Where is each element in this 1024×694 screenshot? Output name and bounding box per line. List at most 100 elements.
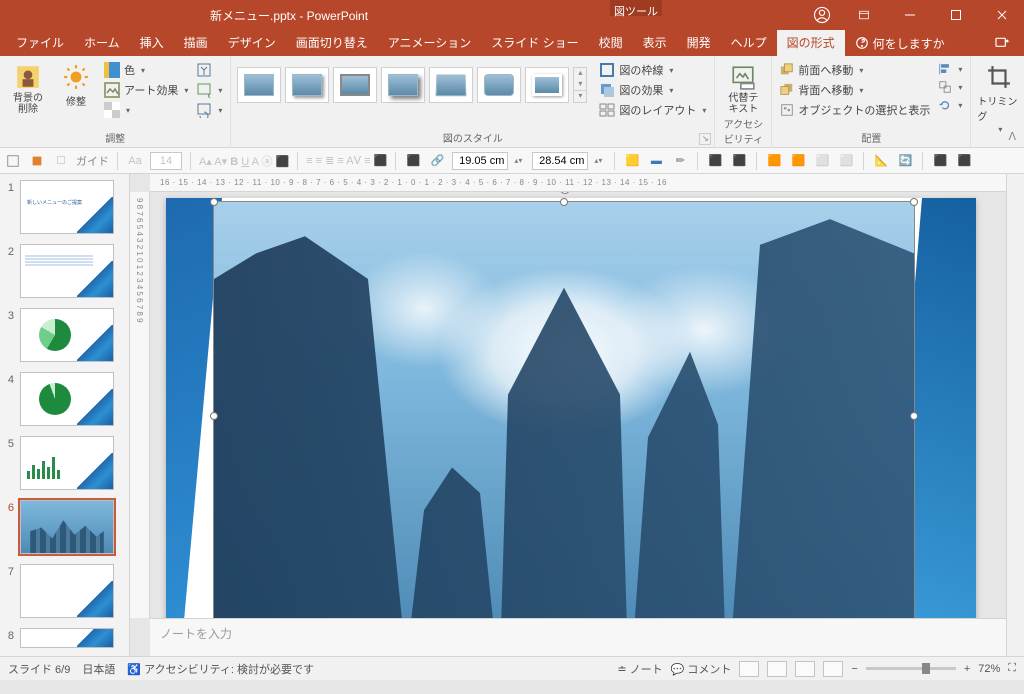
tab-insert[interactable]: 挿入 bbox=[130, 29, 174, 57]
bring-forward-button[interactable]: 前面へ移動▾ bbox=[778, 61, 932, 79]
qat-icon[interactable]: ⬛ bbox=[404, 152, 422, 170]
style-thumb[interactable] bbox=[333, 67, 377, 103]
style-thumb[interactable] bbox=[525, 67, 569, 103]
tab-animations[interactable]: アニメーション bbox=[378, 29, 482, 57]
tab-review[interactable]: 校閲 bbox=[589, 29, 633, 57]
qat-icon[interactable]: ✏ bbox=[671, 152, 689, 170]
artistic-effects-button[interactable]: アート効果▾ bbox=[102, 81, 190, 99]
slide-indicator[interactable]: スライド 6/9 bbox=[8, 661, 70, 677]
thumbnail-8[interactable] bbox=[20, 628, 114, 648]
qat-icon[interactable]: ▬ bbox=[647, 152, 665, 170]
thumbnail-7[interactable] bbox=[20, 564, 114, 618]
qat-icon[interactable]: 🔗 bbox=[428, 152, 446, 170]
rotate-button[interactable]: ▾ bbox=[936, 97, 964, 113]
dialog-launcher[interactable]: ↘ bbox=[699, 133, 711, 145]
qat-icon[interactable]: ⬜ bbox=[837, 152, 855, 170]
qat-icon[interactable]: 🔄 bbox=[896, 152, 914, 170]
picture-styles-gallery[interactable]: ▴▾▾ bbox=[237, 59, 587, 103]
thumbnail-2[interactable] bbox=[20, 244, 114, 298]
resize-handle[interactable] bbox=[210, 412, 218, 420]
ribbon-options-icon[interactable] bbox=[842, 0, 886, 30]
reading-view-button[interactable] bbox=[795, 661, 815, 677]
selection-pane-button[interactable]: オブジェクトの選択と表示 bbox=[778, 101, 932, 119]
picture-layout-button[interactable]: 図のレイアウト▾ bbox=[597, 101, 708, 119]
tab-developer[interactable]: 開発 bbox=[677, 29, 721, 57]
tab-slideshow[interactable]: スライド ショー bbox=[481, 29, 588, 57]
qat-icon[interactable]: 🟨 bbox=[623, 152, 641, 170]
qat-width-field[interactable] bbox=[532, 152, 588, 170]
font-size-field[interactable] bbox=[150, 152, 182, 170]
style-thumb[interactable] bbox=[381, 67, 425, 103]
tab-help[interactable]: ヘルプ bbox=[721, 29, 777, 57]
tab-view[interactable]: 表示 bbox=[633, 29, 677, 57]
send-backward-button[interactable]: 背面へ移動▾ bbox=[778, 81, 932, 99]
comments-toggle[interactable]: 💬 コメント bbox=[671, 661, 732, 677]
alt-text-button[interactable]: 代替テ キスト bbox=[721, 59, 765, 115]
tab-transitions[interactable]: 画面切り替え bbox=[286, 29, 378, 57]
zoom-slider[interactable] bbox=[866, 667, 956, 670]
resize-handle[interactable] bbox=[910, 412, 918, 420]
style-thumb[interactable] bbox=[477, 67, 521, 103]
thumbnail-6[interactable] bbox=[20, 500, 114, 554]
picture-border-button[interactable]: 図の枠線▾ bbox=[597, 61, 708, 79]
tab-format[interactable]: 図の形式 bbox=[777, 29, 845, 57]
resize-handle[interactable] bbox=[910, 198, 918, 206]
qat-icon[interactable]: ⬛ bbox=[706, 152, 724, 170]
picture-effects-button[interactable]: 図の効果▾ bbox=[597, 81, 708, 99]
qat-icon[interactable]: ⬛ bbox=[955, 152, 973, 170]
fit-window-button[interactable]: ⛶ bbox=[1008, 662, 1016, 675]
accessibility-indicator[interactable]: ♿ アクセシビリティ: 検討が必要です bbox=[127, 661, 314, 677]
remove-background-button[interactable]: 背景の 削除 bbox=[6, 59, 50, 115]
crop-button[interactable]: トリミング▾ bbox=[977, 59, 1021, 134]
compress-button[interactable] bbox=[194, 61, 224, 79]
qat-icon[interactable]: ⬜ bbox=[813, 152, 831, 170]
qat-icon[interactable] bbox=[28, 152, 46, 170]
corrections-button[interactable]: 修整 bbox=[54, 59, 98, 108]
qat-icon[interactable]: ⬛ bbox=[931, 152, 949, 170]
qat-checkbox[interactable]: ☐ bbox=[52, 152, 70, 170]
account-icon[interactable] bbox=[804, 0, 840, 30]
tab-draw[interactable]: 描画 bbox=[174, 29, 218, 57]
zoom-in[interactable]: + bbox=[964, 663, 970, 675]
style-thumb[interactable] bbox=[429, 67, 473, 103]
qat-icon[interactable]: 🟧 bbox=[789, 152, 807, 170]
gallery-more-button[interactable]: ▴▾▾ bbox=[573, 67, 587, 103]
tell-me[interactable]: 何をしますか bbox=[855, 35, 945, 52]
language-indicator[interactable]: 日本語 bbox=[82, 661, 115, 677]
resize-handle[interactable] bbox=[560, 198, 568, 206]
sorter-view-button[interactable] bbox=[767, 661, 787, 677]
color-button[interactable]: 色▾ bbox=[102, 61, 190, 79]
notes-toggle[interactable]: ≐ ノート bbox=[617, 661, 662, 677]
selected-picture[interactable] bbox=[214, 202, 914, 618]
slideshow-view-button[interactable] bbox=[823, 661, 843, 677]
reset-picture-button[interactable]: ▾ bbox=[194, 101, 224, 119]
rotation-handle[interactable] bbox=[560, 192, 570, 194]
zoom-out[interactable]: − bbox=[851, 663, 857, 675]
vertical-scrollbar[interactable] bbox=[1006, 174, 1024, 656]
group-button[interactable]: ▾ bbox=[936, 79, 964, 95]
zoom-value[interactable]: 72% bbox=[978, 663, 1000, 675]
tab-home[interactable]: ホーム bbox=[74, 29, 130, 57]
qat-icon[interactable]: 🟧 bbox=[765, 152, 783, 170]
thumbnail-4[interactable] bbox=[20, 372, 114, 426]
thumbnail-1[interactable]: 新しいメニューのご提案 bbox=[20, 180, 114, 234]
share-button[interactable] bbox=[994, 35, 1024, 51]
collapse-ribbon-icon[interactable]: ᐱ bbox=[1008, 130, 1016, 143]
minimize-button[interactable] bbox=[888, 0, 932, 30]
notes-pane[interactable]: ノートを入力 bbox=[150, 618, 1006, 656]
thumbnail-3[interactable] bbox=[20, 308, 114, 362]
qat-height-field[interactable] bbox=[452, 152, 508, 170]
resize-handle[interactable] bbox=[210, 198, 218, 206]
slide-canvas[interactable] bbox=[150, 192, 1006, 618]
close-button[interactable] bbox=[980, 0, 1024, 30]
align-button[interactable]: ▾ bbox=[936, 61, 964, 77]
qat-icon[interactable] bbox=[4, 152, 22, 170]
qat-icon[interactable]: 📐 bbox=[872, 152, 890, 170]
normal-view-button[interactable] bbox=[739, 661, 759, 677]
style-thumb[interactable] bbox=[285, 67, 329, 103]
change-picture-button[interactable]: ▾ bbox=[194, 81, 224, 99]
tab-file[interactable]: ファイル bbox=[6, 29, 74, 57]
qat-icon[interactable]: ⬛ bbox=[730, 152, 748, 170]
transparency-button[interactable]: ▾ bbox=[102, 101, 190, 119]
style-thumb[interactable] bbox=[237, 67, 281, 103]
